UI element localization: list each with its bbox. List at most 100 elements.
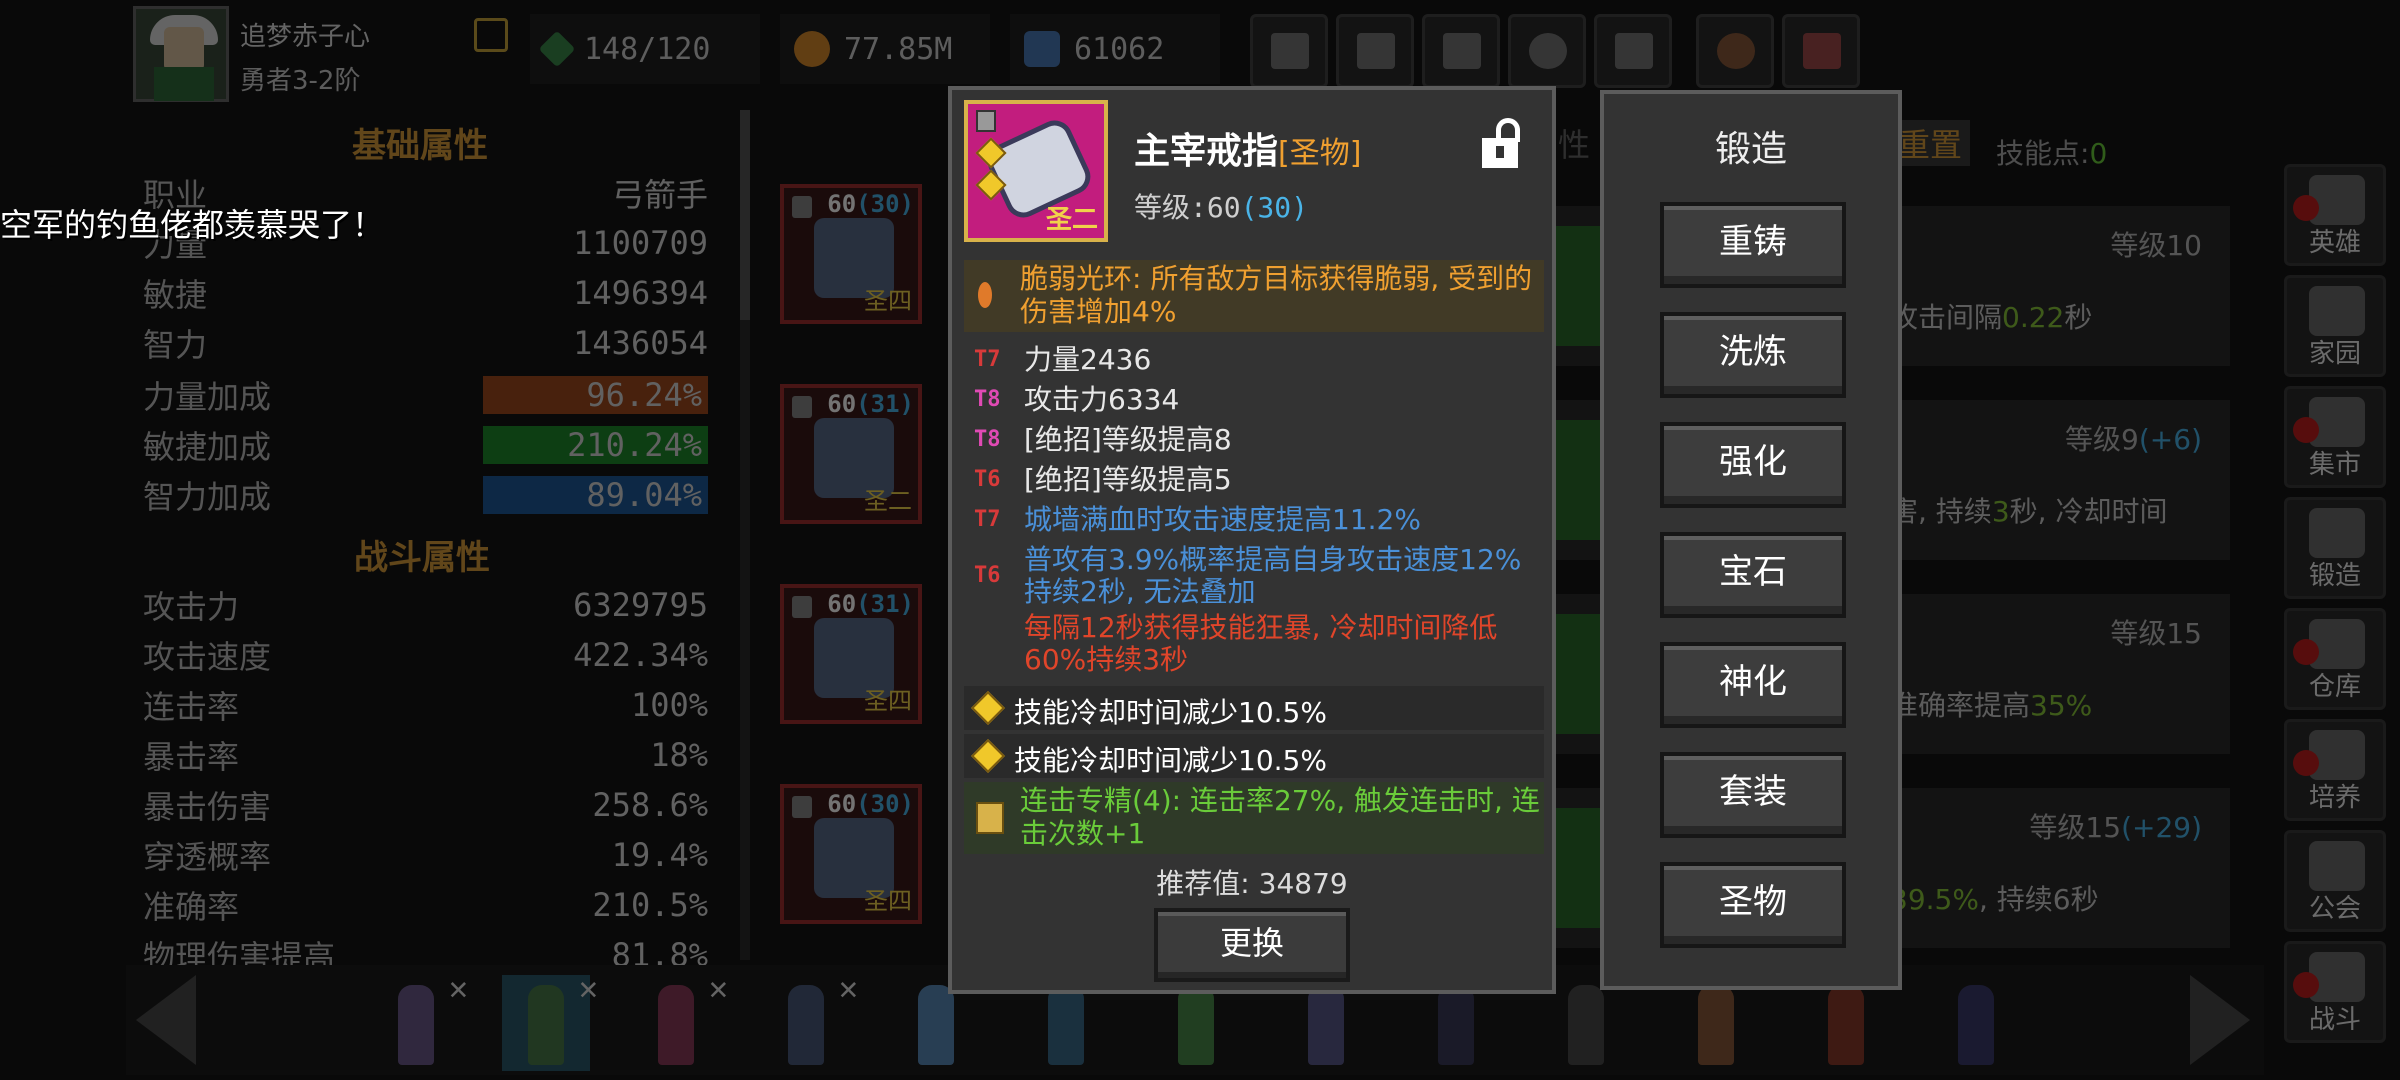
skill-desc: 害, 持续3秒, 冷却时间 [1890,495,2168,528]
skills-tab-partial[interactable]: 性 [1558,120,1590,166]
hero-portrait[interactable]: ✕ [762,969,858,1071]
equipment-tier: 圣四 [864,287,912,315]
hero-sprite [398,985,434,1065]
settings-button[interactable] [1508,14,1586,88]
hero-sprite [528,985,564,1065]
forge-option-button[interactable]: 重铸 [1660,202,1846,288]
info-badge-icon [976,110,996,132]
skill-level: 等级15 [2110,617,2202,650]
set-bonus: 连击专精(4): 连击率27%, 触发连击时, 连击次数+1 [964,782,1544,854]
forge-option-button[interactable]: 神化 [1660,642,1846,728]
equipment-tier: 圣二 [864,487,912,515]
hero-sprite [1698,985,1734,1065]
recommend-score: 推荐值: 34879 [1156,867,1348,900]
stat-bonus-row: 智力加成 89.04% [143,472,708,518]
menu-icon [2309,841,2365,891]
lottery-wheel-button[interactable] [1696,14,1774,88]
combat-attributes-title: 战斗属性 [354,538,490,578]
stat-bonus-row: 敏捷加成 210.24% [143,422,708,468]
hero-portrait[interactable]: ✕ [502,969,598,1071]
gamepad-icon [1443,33,1481,69]
remove-hero-icon[interactable]: ✕ [839,969,858,1007]
hero-sprite [1828,985,1864,1065]
affix-tier: T8 [974,427,1001,452]
equipment-slot[interactable]: 60(31) 圣二 [780,384,922,524]
forge-option-button[interactable]: 洗炼 [1660,312,1846,398]
skills-reset-button[interactable]: 重置 [1890,120,1971,166]
stat-row: 敏捷 1496394 [143,274,708,314]
side-menu-button[interactable]: 英雄 [2284,164,2386,266]
hero-sprite [1568,985,1604,1065]
menu-icon [2309,508,2365,558]
unlock-icon[interactable] [1482,118,1522,170]
hero-prev-arrow[interactable] [136,975,216,1065]
gem-counter[interactable]: 61062 [1010,14,1220,84]
hero-sprite [1958,985,1994,1065]
shop-cart-button[interactable] [1250,14,1328,88]
hero-sprite [918,985,954,1065]
side-menu-button[interactable]: 战斗 [2284,941,2386,1043]
hero-portrait[interactable]: ✕ [632,969,728,1071]
hero-sprite [1178,985,1214,1065]
item-detail-popup: 圣二 主宰戒指[圣物] 等级:60(30) 脆弱光环: 所有敌方目标获得脆弱, … [948,86,1556,994]
gift-button[interactable] [1594,14,1672,88]
gamepad-button[interactable] [1422,14,1500,88]
forge-panel: 锻造 重铸洗炼强化宝石神化套装圣物 [1600,90,1902,990]
forge-option-button[interactable]: 宝石 [1660,532,1846,618]
info-badge-icon [792,196,812,218]
hero-next-arrow[interactable] [2190,975,2270,1065]
hero-portrait[interactable]: ✕ [372,969,468,1071]
side-menu-label: 集市 [2308,450,2361,480]
item-affix: 每隔12秒获得技能狂暴, 冷却时间降低60%持续3秒 [1024,611,1498,676]
side-menu-label: 公会 [2308,894,2361,924]
info-badge-icon [792,796,812,818]
alert-badge-icon [2293,750,2319,776]
remove-hero-icon[interactable]: ✕ [709,969,728,1007]
skill-desc: 39.5%, 持续6秒 [1890,883,2099,916]
mail-icon [1357,33,1395,69]
side-menu-label: 家园 [2308,339,2361,369]
socket-gem-row: 技能冷却时间减少10.5% [964,734,1544,778]
mail-button[interactable] [1336,14,1414,88]
side-menu-label: 培养 [2308,783,2361,813]
energy-counter[interactable]: 148/120 [530,14,760,84]
menu-icon [2309,286,2365,336]
gem-diamond-icon [971,739,1005,773]
player-avatar[interactable] [133,6,229,102]
stat-bonus-row: 力量加成 96.24% [143,372,708,418]
skill-level: 等级9(+6) [2065,423,2202,456]
alert-badge-icon [2293,417,2319,443]
side-menu-button[interactable]: 家园 [2284,275,2386,377]
forge-option-button[interactable]: 强化 [1660,422,1846,508]
side-menu-button[interactable]: 锻造 [2284,497,2386,599]
aura-flame-icon [978,282,992,308]
attributes-scroll-thumb[interactable] [740,110,750,320]
event-button[interactable] [1782,14,1860,88]
replace-button[interactable]: 更换 [1154,908,1350,982]
side-menu-button[interactable]: 仓库 [2284,608,2386,710]
forge-title: 锻造 [1714,129,1787,170]
side-menu-label: 英雄 [2308,228,2361,258]
equipment-slot[interactable]: 60(31) 圣四 [780,584,922,724]
skill-level: 等级15(+29) [2029,811,2202,844]
side-menu-label: 仓库 [2308,672,2361,702]
forge-option-button[interactable]: 套装 [1660,752,1846,838]
hero-portrait[interactable] [1932,975,2020,1071]
side-menu-label: 锻造 [2308,561,2361,591]
affix-tier: T6 [974,563,1001,588]
side-menu-button[interactable]: 培养 [2284,719,2386,821]
item-name: 主宰戒指[圣物] [1134,131,1362,172]
equipment-slot[interactable]: 60(30) 圣四 [780,184,922,324]
item-affix: T8 攻击力6334 [974,383,1180,416]
remove-hero-icon[interactable]: ✕ [449,969,468,1007]
equipment-slot[interactable]: 60(30) 圣四 [780,784,922,924]
hero-sprite [788,985,824,1065]
gold-counter[interactable]: 77.85M [780,14,990,84]
item-affix: T7 城墙满血时攻击速度提高11.2% [974,503,1421,536]
side-menu-button[interactable]: 集市 [2284,386,2386,488]
remove-hero-icon[interactable]: ✕ [579,969,598,1007]
basic-attributes-title: 基础属性 [352,126,488,166]
forge-option-button[interactable]: 圣物 [1660,862,1846,948]
edit-name-icon[interactable] [474,18,508,52]
side-menu-button[interactable]: 公会 [2284,830,2386,932]
